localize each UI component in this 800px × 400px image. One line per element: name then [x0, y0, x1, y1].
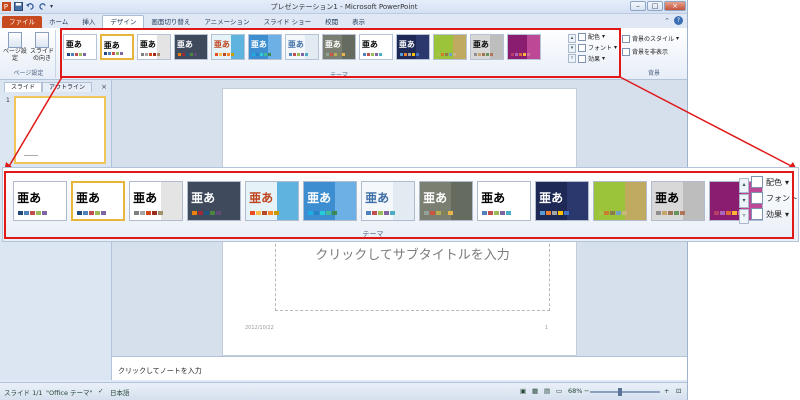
- notes-placeholder: クリックしてノートを入力: [118, 367, 202, 375]
- maximize-icon[interactable]: □: [647, 1, 663, 11]
- highlight-box-ribbon: [60, 28, 621, 78]
- tab-1[interactable]: ホーム: [42, 16, 75, 28]
- tab-4[interactable]: 画面切り替え: [144, 16, 197, 28]
- window-title: プレゼンテーション1 - Microsoft PowerPoint: [270, 3, 418, 11]
- ribbon-tabs: ファイル ホーム 挿入 デザイン 画面切り替え アニメーション スライド ショー 校閲 表示: [0, 14, 687, 28]
- background-styles-icon: [622, 34, 630, 43]
- zoom-in-icon[interactable]: +: [664, 387, 669, 395]
- hide-background-checkbox[interactable]: 背景を非表示: [622, 47, 686, 56]
- tab-8[interactable]: 表示: [345, 16, 372, 28]
- slide-orientation-icon: [35, 32, 49, 48]
- page-setup-button[interactable]: ページ設定: [2, 32, 28, 62]
- ribbon-help: ⌃ ?: [664, 16, 683, 25]
- title-bar: P ▾ プレゼンテーション1 - Microsoft PowerPoint – …: [0, 0, 687, 14]
- help-icon[interactable]: ?: [674, 16, 683, 25]
- close-pane-icon[interactable]: ×: [101, 82, 107, 92]
- minimize-icon[interactable]: –: [630, 1, 646, 11]
- fit-to-window-icon[interactable]: ⊡: [676, 387, 681, 395]
- spellcheck-icon[interactable]: ✓: [98, 387, 103, 395]
- subtitle-placeholder-text: クリックしてサブタイトルを入力: [315, 248, 510, 263]
- tab-5[interactable]: アニメーション: [197, 16, 256, 28]
- checkbox-icon: [622, 47, 630, 56]
- notes-pane[interactable]: クリックしてノートを入力: [112, 356, 687, 380]
- slide-number: 1: [544, 325, 548, 331]
- slide-date: 2012/10/22: [245, 325, 274, 331]
- reading-view-icon[interactable]: ▤: [544, 387, 550, 395]
- close-icon[interactable]: ×: [664, 1, 686, 11]
- tab-0[interactable]: ファイル: [2, 16, 42, 28]
- background-styles-button[interactable]: 背景のスタイル ▾: [622, 34, 686, 43]
- slide-thumbnail[interactable]: [14, 96, 106, 164]
- tab-6[interactable]: スライド ショー: [257, 16, 319, 28]
- slide-thumb-number: 1: [6, 97, 10, 104]
- subtitle-placeholder[interactable]: クリックしてサブタイトルを入力: [275, 239, 550, 311]
- pane-tabs: スライド アウトライン ×: [0, 80, 111, 92]
- slideshow-icon[interactable]: ▭: [556, 387, 562, 395]
- tab-outline[interactable]: アウトライン: [42, 82, 93, 92]
- zoom-knob[interactable]: [618, 388, 623, 396]
- slide-orientation-button[interactable]: スライドの向き: [29, 32, 55, 62]
- tab-7[interactable]: 校閲: [318, 16, 345, 28]
- group-page-setup: ページ設定 スライドの向き ページ設定: [2, 30, 56, 78]
- collapse-ribbon-icon[interactable]: ⌃: [664, 17, 670, 25]
- status-bar: スライド 1/1 "Office テーマ" ✓ 日本語 ▣ ▦ ▤ ▭ 68% …: [0, 382, 687, 400]
- zoom-out-icon[interactable]: −: [584, 387, 589, 395]
- normal-view-icon[interactable]: ▣: [520, 387, 526, 395]
- highlight-box-zoomed: [4, 171, 794, 239]
- slide-sorter-icon[interactable]: ▦: [532, 387, 538, 395]
- thumb-line: [24, 155, 38, 156]
- tab-3[interactable]: デザイン: [102, 15, 145, 28]
- zoom-slider[interactable]: [590, 388, 660, 396]
- zoom-level[interactable]: 68%: [568, 387, 582, 395]
- status-language: 日本語: [110, 389, 130, 397]
- group-background: 背景のスタイル ▾ 背景を非表示 背景: [622, 30, 686, 78]
- page-setup-icon: [8, 32, 22, 48]
- group-label-background: 背景: [647, 70, 660, 77]
- tab-slides[interactable]: スライド: [4, 82, 43, 92]
- group-label-page-setup: ページ設定: [13, 70, 44, 77]
- status-slide: スライド 1/1: [4, 389, 43, 397]
- window-controls: – □ ×: [630, 1, 686, 11]
- tab-2[interactable]: 挿入: [75, 16, 102, 28]
- status-theme: "Office テーマ": [46, 389, 93, 397]
